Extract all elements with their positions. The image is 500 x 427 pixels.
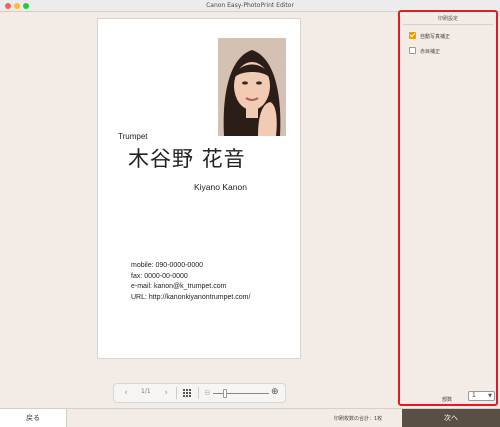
divider	[176, 387, 177, 399]
card-contact-block: mobile: 090-0000-0000 fax: 0000-00-0000 …	[131, 261, 250, 303]
card-contact-line: mobile: 090-0000-0000	[131, 262, 203, 269]
window-title: Canon Easy-PhotoPrint Editor	[206, 2, 294, 9]
auto-photo-fix-checkbox[interactable]	[409, 32, 416, 39]
copies-select[interactable]: 1 ▼	[468, 391, 495, 401]
print-settings-panel: 印刷設定 自動写真補正 赤目補正 部数	[398, 10, 498, 406]
red-eye-checkbox[interactable]	[409, 47, 416, 54]
back-button[interactable]: 戻る	[0, 409, 67, 427]
business-card-preview[interactable]: Trumpet 木谷野 花音 Kiyano Kanon mobile: 090-…	[97, 18, 301, 359]
preview-controls: ‹ 1/1 › ⊖ ⊕	[113, 383, 286, 403]
previous-page-button[interactable]: ‹	[120, 384, 132, 402]
chevron-down-icon: ▼	[488, 393, 492, 399]
zoom-out-icon[interactable]: ⊖	[204, 388, 211, 397]
auto-photo-fix-label: 自動写真補正	[420, 34, 451, 40]
zoom-in-icon[interactable]: ⊕	[271, 387, 279, 397]
zoom-slider[interactable]	[213, 393, 269, 394]
preview-area: Trumpet 木谷野 花音 Kiyano Kanon mobile: 090-…	[0, 12, 396, 408]
divider	[198, 387, 199, 399]
page-indicator: 1/1	[141, 388, 151, 395]
copies-label: 部数	[442, 397, 453, 403]
zoom-slider-handle[interactable]	[223, 389, 228, 398]
card-contact-line: URL: http://kanonkiyanontrumpet.com/	[131, 293, 251, 301]
bottom-bar: 戻る 印刷枚数の合計：1枚 次へ	[0, 408, 500, 427]
card-contact-line: e-mail: kanon@k_trumpet.com	[131, 283, 227, 290]
next-button[interactable]: 次へ	[402, 409, 500, 427]
copies-value: 1	[472, 392, 476, 399]
panel-title: 印刷設定	[437, 16, 458, 22]
card-company: Trumpet	[118, 132, 148, 141]
total-prints-label: 印刷枚数の合計：1枚	[334, 416, 383, 422]
next-page-button[interactable]: ›	[160, 384, 172, 402]
card-name-english: Kiyano Kanon	[194, 182, 247, 192]
red-eye-label: 赤目補正	[420, 49, 441, 55]
portrait-photo[interactable]	[218, 38, 286, 136]
card-contact-line: fax: 0000-00-0000	[131, 272, 188, 280]
card-name-japanese: 木谷野 花音	[128, 147, 246, 171]
divider	[403, 24, 493, 25]
thumbnail-grid-icon[interactable]	[183, 389, 192, 398]
